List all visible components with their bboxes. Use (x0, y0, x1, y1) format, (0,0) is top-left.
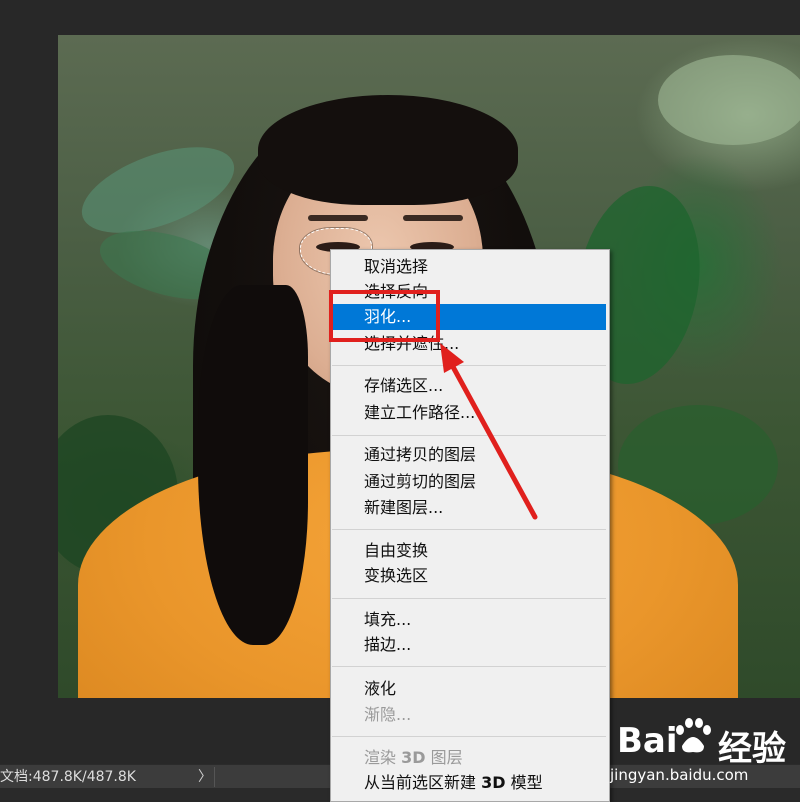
watermark-logo-right: 经验 (718, 729, 786, 769)
photoshop-workspace: 文档:487.8K/487.8K 〉 取消选择 选择反向 羽化... 选择并遮住… (0, 0, 800, 802)
menu-item-make-work-path[interactable]: 建立工作路径... (332, 400, 606, 426)
document-size-info: 文档:487.8K/487.8K (0, 769, 136, 785)
watermark-logo-left: Bai (617, 721, 678, 761)
menu-label-part: 3D (401, 748, 426, 767)
menu-separator (332, 736, 606, 737)
menu-item-save-selection[interactable]: 存储选区... (332, 373, 606, 399)
menu-label-part: 模型 (505, 773, 543, 792)
foliage (658, 55, 800, 145)
menu-separator (332, 598, 606, 599)
menu-item-fade: 渐隐... (364, 705, 412, 724)
menu-label-part: 图层 (425, 748, 463, 767)
menu-separator (332, 435, 606, 436)
annotation-highlight-box (329, 290, 440, 342)
menu-label-part: 3D (481, 773, 506, 792)
menu-item-layer-via-copy[interactable]: 通过拷贝的图层 (332, 442, 606, 468)
menu-item-free-transform[interactable]: 自由变换 (332, 538, 606, 564)
hair-strand-left (198, 285, 308, 645)
menu-item-new-3d-model[interactable]: 从当前选区新建 3D 模型 (332, 770, 606, 796)
menu-item-new-layer[interactable]: 新建图层... (332, 495, 606, 521)
menu-separator (332, 365, 606, 366)
menu-item-fill[interactable]: 填充... (332, 607, 606, 633)
menu-item-deselect[interactable]: 取消选择 (332, 254, 606, 280)
status-divider (214, 767, 215, 787)
menu-item-layer-via-cut[interactable]: 通过剪切的图层 (332, 469, 606, 495)
baidu-watermark: Bai 经验 jingyan.baidu.com (600, 708, 800, 788)
eyebrow-right (403, 215, 463, 221)
menu-label-part: 渲染 (364, 748, 402, 767)
watermark-site: jingyan.baidu.com (610, 766, 749, 784)
menu-item-stroke[interactable]: 描边... (332, 632, 606, 658)
eyebrow-left (308, 215, 368, 221)
menu-item-render-3d-layer: 渲染 3D 图层 (332, 745, 606, 771)
menu-separator (332, 666, 606, 667)
menu-label-part: 从当前选区新建 (364, 773, 482, 792)
menu-item-transform-selection[interactable]: 变换选区 (332, 563, 606, 589)
menu-item-liquify[interactable]: 液化 (332, 676, 606, 702)
status-expand-arrow[interactable]: 〉 (198, 765, 212, 789)
hair-fringe (258, 95, 518, 205)
menu-separator (332, 529, 606, 530)
